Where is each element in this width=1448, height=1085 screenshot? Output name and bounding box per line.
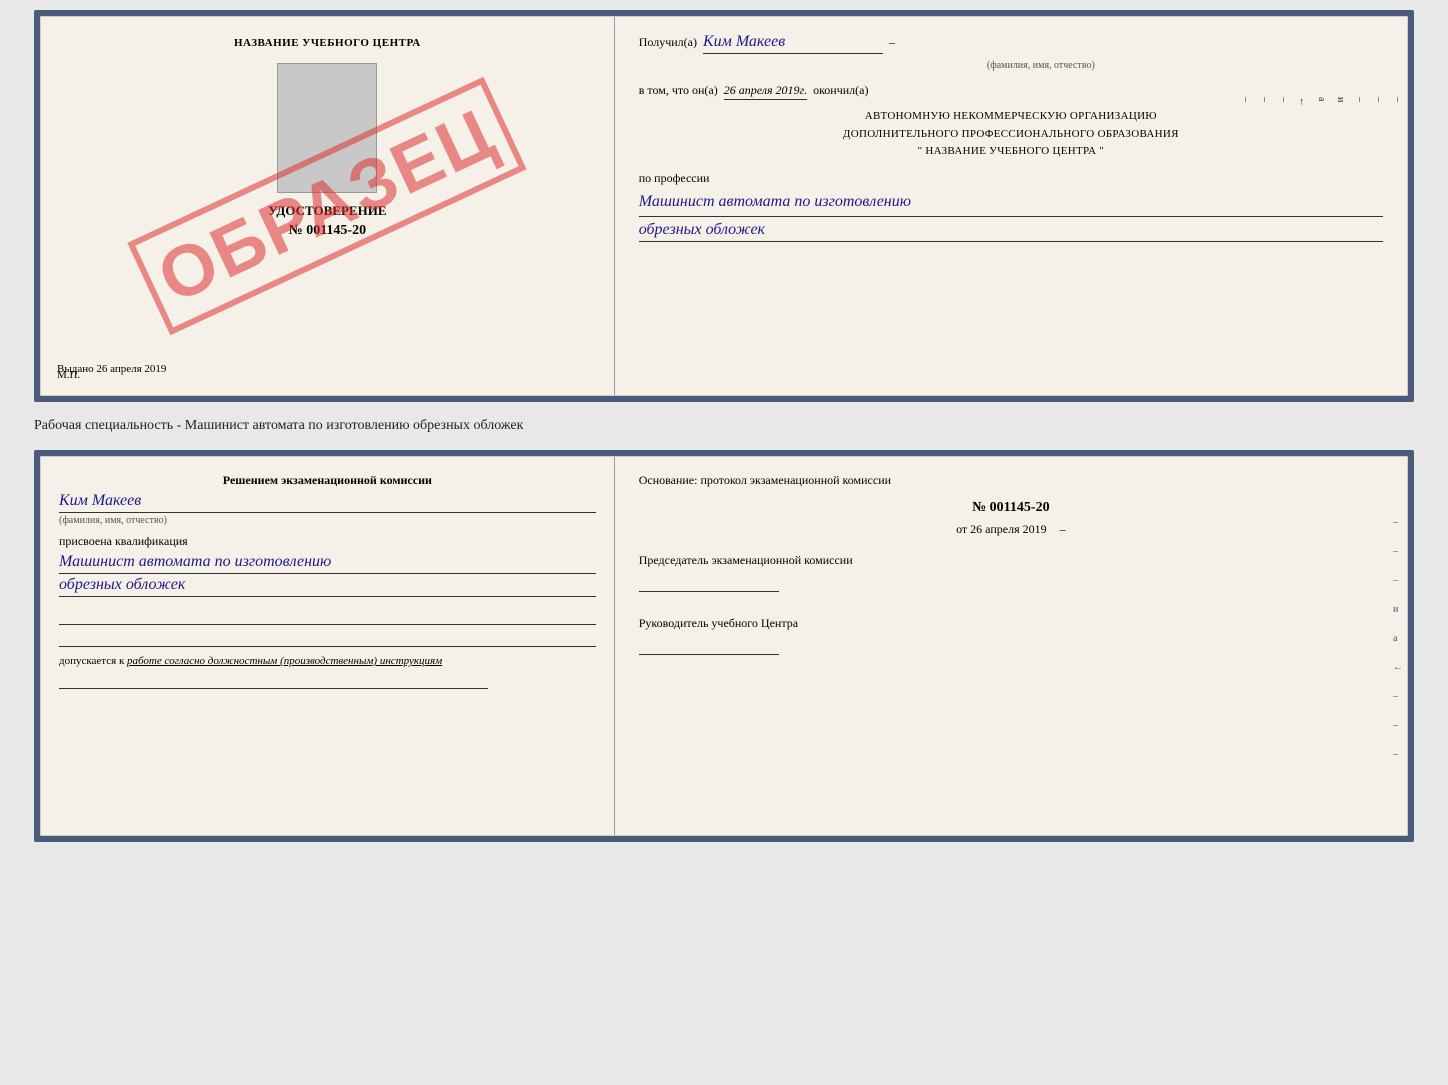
qualification-line1: Машинист автомата по изготовлению: [59, 553, 596, 574]
director-section: Руководитель учебного Центра: [639, 616, 1383, 659]
qualification-line2: обрезных обложек: [59, 576, 596, 597]
right-margin-bottom: – – – и а ← – – –: [1393, 517, 1403, 760]
chairman-title: Председатель экзаменационной комиссии: [639, 553, 1383, 568]
protocol-number: № 001145-20: [639, 500, 1383, 516]
bottom-document: Решением экзаменационной комиссии Ким Ма…: [34, 450, 1414, 842]
bottom-right: Основание: протокол экзаменационной коми…: [615, 457, 1407, 835]
certificate-right: Получил(а) Ким Макеев – (фамилия, имя, о…: [615, 17, 1407, 395]
chairman-signature: [639, 572, 779, 592]
mp-label: М.П.: [57, 369, 80, 381]
admission-italic: работе согласно должностным (производств…: [127, 655, 442, 667]
profession-line2: обрезных обложек: [639, 221, 1383, 242]
recipient-name: Ким Макеев: [703, 33, 883, 54]
director-title: Руководитель учебного Центра: [639, 616, 1383, 631]
recipient-line: Получил(а) Ким Макеев –: [639, 33, 1383, 54]
training-center-title: НАЗВАНИЕ УЧЕБНОГО ЦЕНТРА: [234, 37, 421, 49]
fio-subtitle: (фамилия, имя, отчество): [699, 60, 1383, 71]
bottom-left: Решением экзаменационной комиссии Ким Ма…: [41, 457, 615, 835]
certificate-photo: [277, 63, 377, 193]
org-line3: " НАЗВАНИЕ УЧЕБНОГО ЦЕНТРА ": [639, 143, 1383, 161]
person-name: Ким Макеев: [59, 492, 596, 513]
certificate-type: УДОСТОВЕРЕНИЕ: [268, 203, 386, 219]
blank-line-2: [59, 629, 596, 647]
vtom-prefix: в том, что он(а): [639, 83, 718, 98]
decision-title: Решением экзаменационной комиссии: [59, 473, 596, 488]
recipient-prefix: Получил(а): [639, 35, 697, 50]
protocol-date-prefix: от: [956, 522, 967, 536]
org-line2: ДОПОЛНИТЕЛЬНОГО ПРОФЕССИОНАЛЬНОГО ОБРАЗО…: [639, 126, 1383, 144]
certificate-left: НАЗВАНИЕ УЧЕБНОГО ЦЕНТРА УДОСТОВЕРЕНИЕ №…: [41, 17, 615, 395]
protocol-date: от 26 апреля 2019 –: [639, 522, 1383, 537]
profession-label: по профессии: [639, 171, 1383, 186]
vtom-suffix: окончил(а): [813, 83, 868, 98]
org-line1: АВТОНОМНУЮ НЕКОММЕРЧЕСКУЮ ОРГАНИЗАЦИЮ: [639, 108, 1383, 126]
fio-subtitle-bottom: (фамилия, имя, отчество): [59, 515, 596, 526]
qualification-prefix: присвоена квалификация: [59, 534, 596, 549]
issued-date: Выдано 26 апреля 2019: [57, 363, 598, 375]
basis-title: Основание: протокол экзаменационной коми…: [639, 473, 1383, 488]
speciality-label: Рабочая специальность - Машинист автомат…: [34, 414, 1414, 438]
top-document: НАЗВАНИЕ УЧЕБНОГО ЦЕНТРА УДОСТОВЕРЕНИЕ №…: [34, 10, 1414, 402]
right-margin-top: – – – и а ← – – –: [1240, 97, 1403, 107]
issued-date-value: 26 апреля 2019: [96, 363, 166, 375]
vtom-date: 26 апреля 2019г.: [724, 83, 807, 100]
protocol-date-value: 26 апреля 2019: [970, 522, 1046, 536]
director-signature: [639, 635, 779, 655]
blank-line-1: [59, 607, 596, 625]
admission-prefix: допускается к: [59, 655, 124, 667]
chairman-section: Председатель экзаменационной комиссии: [639, 553, 1383, 596]
profession-line1: Машинист автомата по изготовлению: [639, 190, 1383, 217]
certificate-number: № 001145-20: [289, 223, 366, 239]
blank-line-3: [59, 671, 488, 689]
org-info: АВТОНОМНУЮ НЕКОММЕРЧЕСКУЮ ОРГАНИЗАЦИЮ ДО…: [639, 108, 1383, 161]
admission-text: допускается к работе согласно должностны…: [59, 655, 596, 667]
